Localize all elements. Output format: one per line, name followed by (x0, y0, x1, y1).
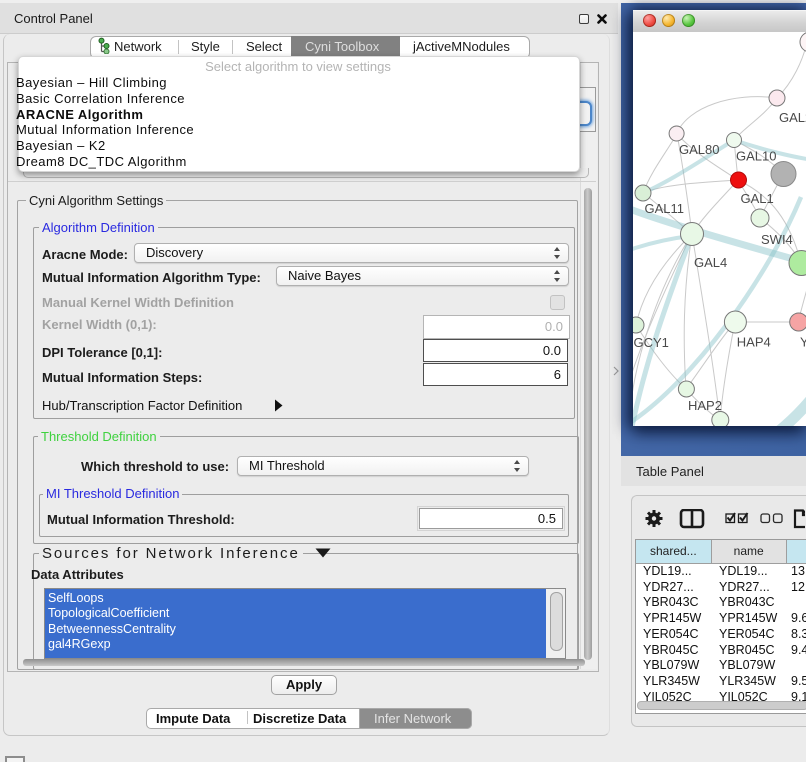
svg-text:SWI4: SWI4 (761, 232, 793, 247)
svg-text:GAL2: GAL2 (779, 110, 806, 125)
svg-text:GCY1: GCY1 (634, 335, 669, 350)
svg-text:Y: Y (800, 335, 806, 350)
svg-text:GAL80: GAL80 (679, 142, 719, 157)
svg-text:HAP4: HAP4 (737, 335, 771, 350)
svg-text:GAL4: GAL4 (694, 255, 727, 270)
svg-text:GAL10: GAL10 (736, 149, 776, 164)
svg-text:GAL1: GAL1 (741, 191, 774, 206)
svg-text:GAL11: GAL11 (645, 201, 685, 216)
svg-text:HAP2: HAP2 (688, 398, 722, 413)
